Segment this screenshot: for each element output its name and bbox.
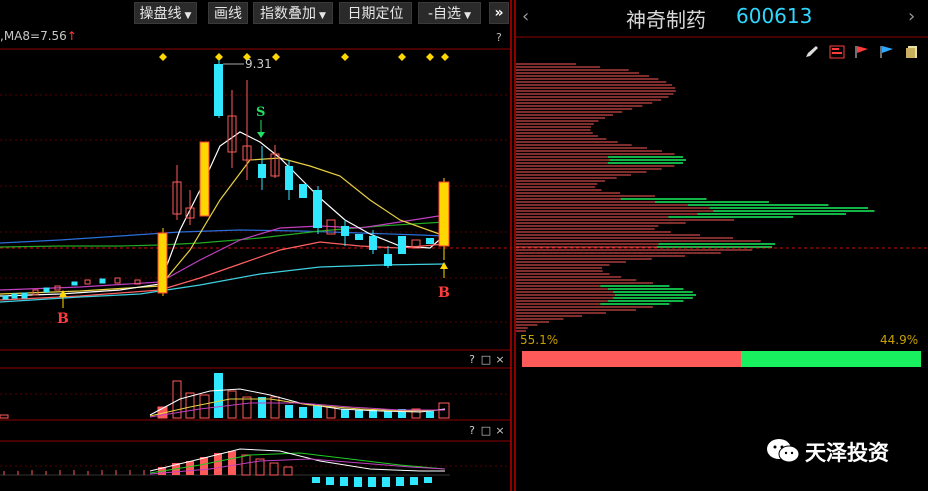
signal-diamond [341,53,349,61]
candle [84,279,91,285]
stock-header: ‹ 神奇制药 600613 › [516,0,928,34]
macd-chart[interactable] [0,441,511,491]
candle [214,64,223,116]
candle [398,236,406,254]
stock-name: 神奇制药 [626,8,706,32]
candle [114,277,121,284]
volume-pane-controls: ? □ × [465,353,507,367]
candle [99,278,106,284]
candle [258,164,266,178]
limit-up-candle [157,232,168,294]
sell-arrow-icon [257,132,265,138]
candle [426,238,434,244]
candle [369,236,377,250]
limit-up-candle [438,181,450,247]
signal-diamond [272,53,280,61]
signal-diamonds [159,53,449,61]
candle [71,281,78,286]
maximize-icon[interactable]: □ [479,424,493,437]
stock-code: 600613 [736,4,813,28]
maximize-icon[interactable]: □ [479,353,493,366]
buy-signal-label: B [438,285,450,301]
signal-diamond [398,53,406,61]
loss-ratio-bar [741,351,921,367]
prev-stock-button[interactable]: ‹ [522,6,529,27]
candle [313,190,322,228]
next-stock-button[interactable]: › [908,6,915,27]
signal-diamond [159,53,167,61]
signal-diamond [426,53,434,61]
candle [21,292,28,299]
macd-pane-controls: ? □ × [465,424,507,438]
close-icon[interactable]: × [493,353,507,366]
candle [11,293,18,299]
help-icon[interactable]: ? [465,353,479,366]
limit-up-candle [199,141,210,217]
candle [355,234,363,240]
watermark-text: 天泽投资 [805,441,889,465]
peak-price-label: 9.31 [245,57,272,71]
buy-arrow-icon [440,262,448,269]
chip-histogram[interactable] [516,50,928,350]
candle [341,226,349,236]
close-icon[interactable]: × [493,424,507,437]
signal-diamond [215,53,223,61]
sell-signal-label: S [256,105,265,120]
left-percent-label: 55.1% [520,333,559,347]
volume-chart[interactable] [0,369,511,419]
chip-distribution-panel: ‹ 神奇制药 600613 › 55.1% 44.9% [516,0,928,491]
candle [299,184,307,198]
buy-signal-label: B [57,311,69,327]
candle [285,166,293,190]
help-icon[interactable]: ? [465,424,479,437]
candle [43,287,50,293]
candle [2,295,9,300]
wechat-icon [767,439,800,463]
signal-diamond [441,53,449,61]
right-percent-label: 44.9% [880,333,919,347]
profit-ratio-bar [522,351,741,367]
price-chart[interactable]: 9.31 S B B [0,50,511,350]
candle [384,254,392,266]
